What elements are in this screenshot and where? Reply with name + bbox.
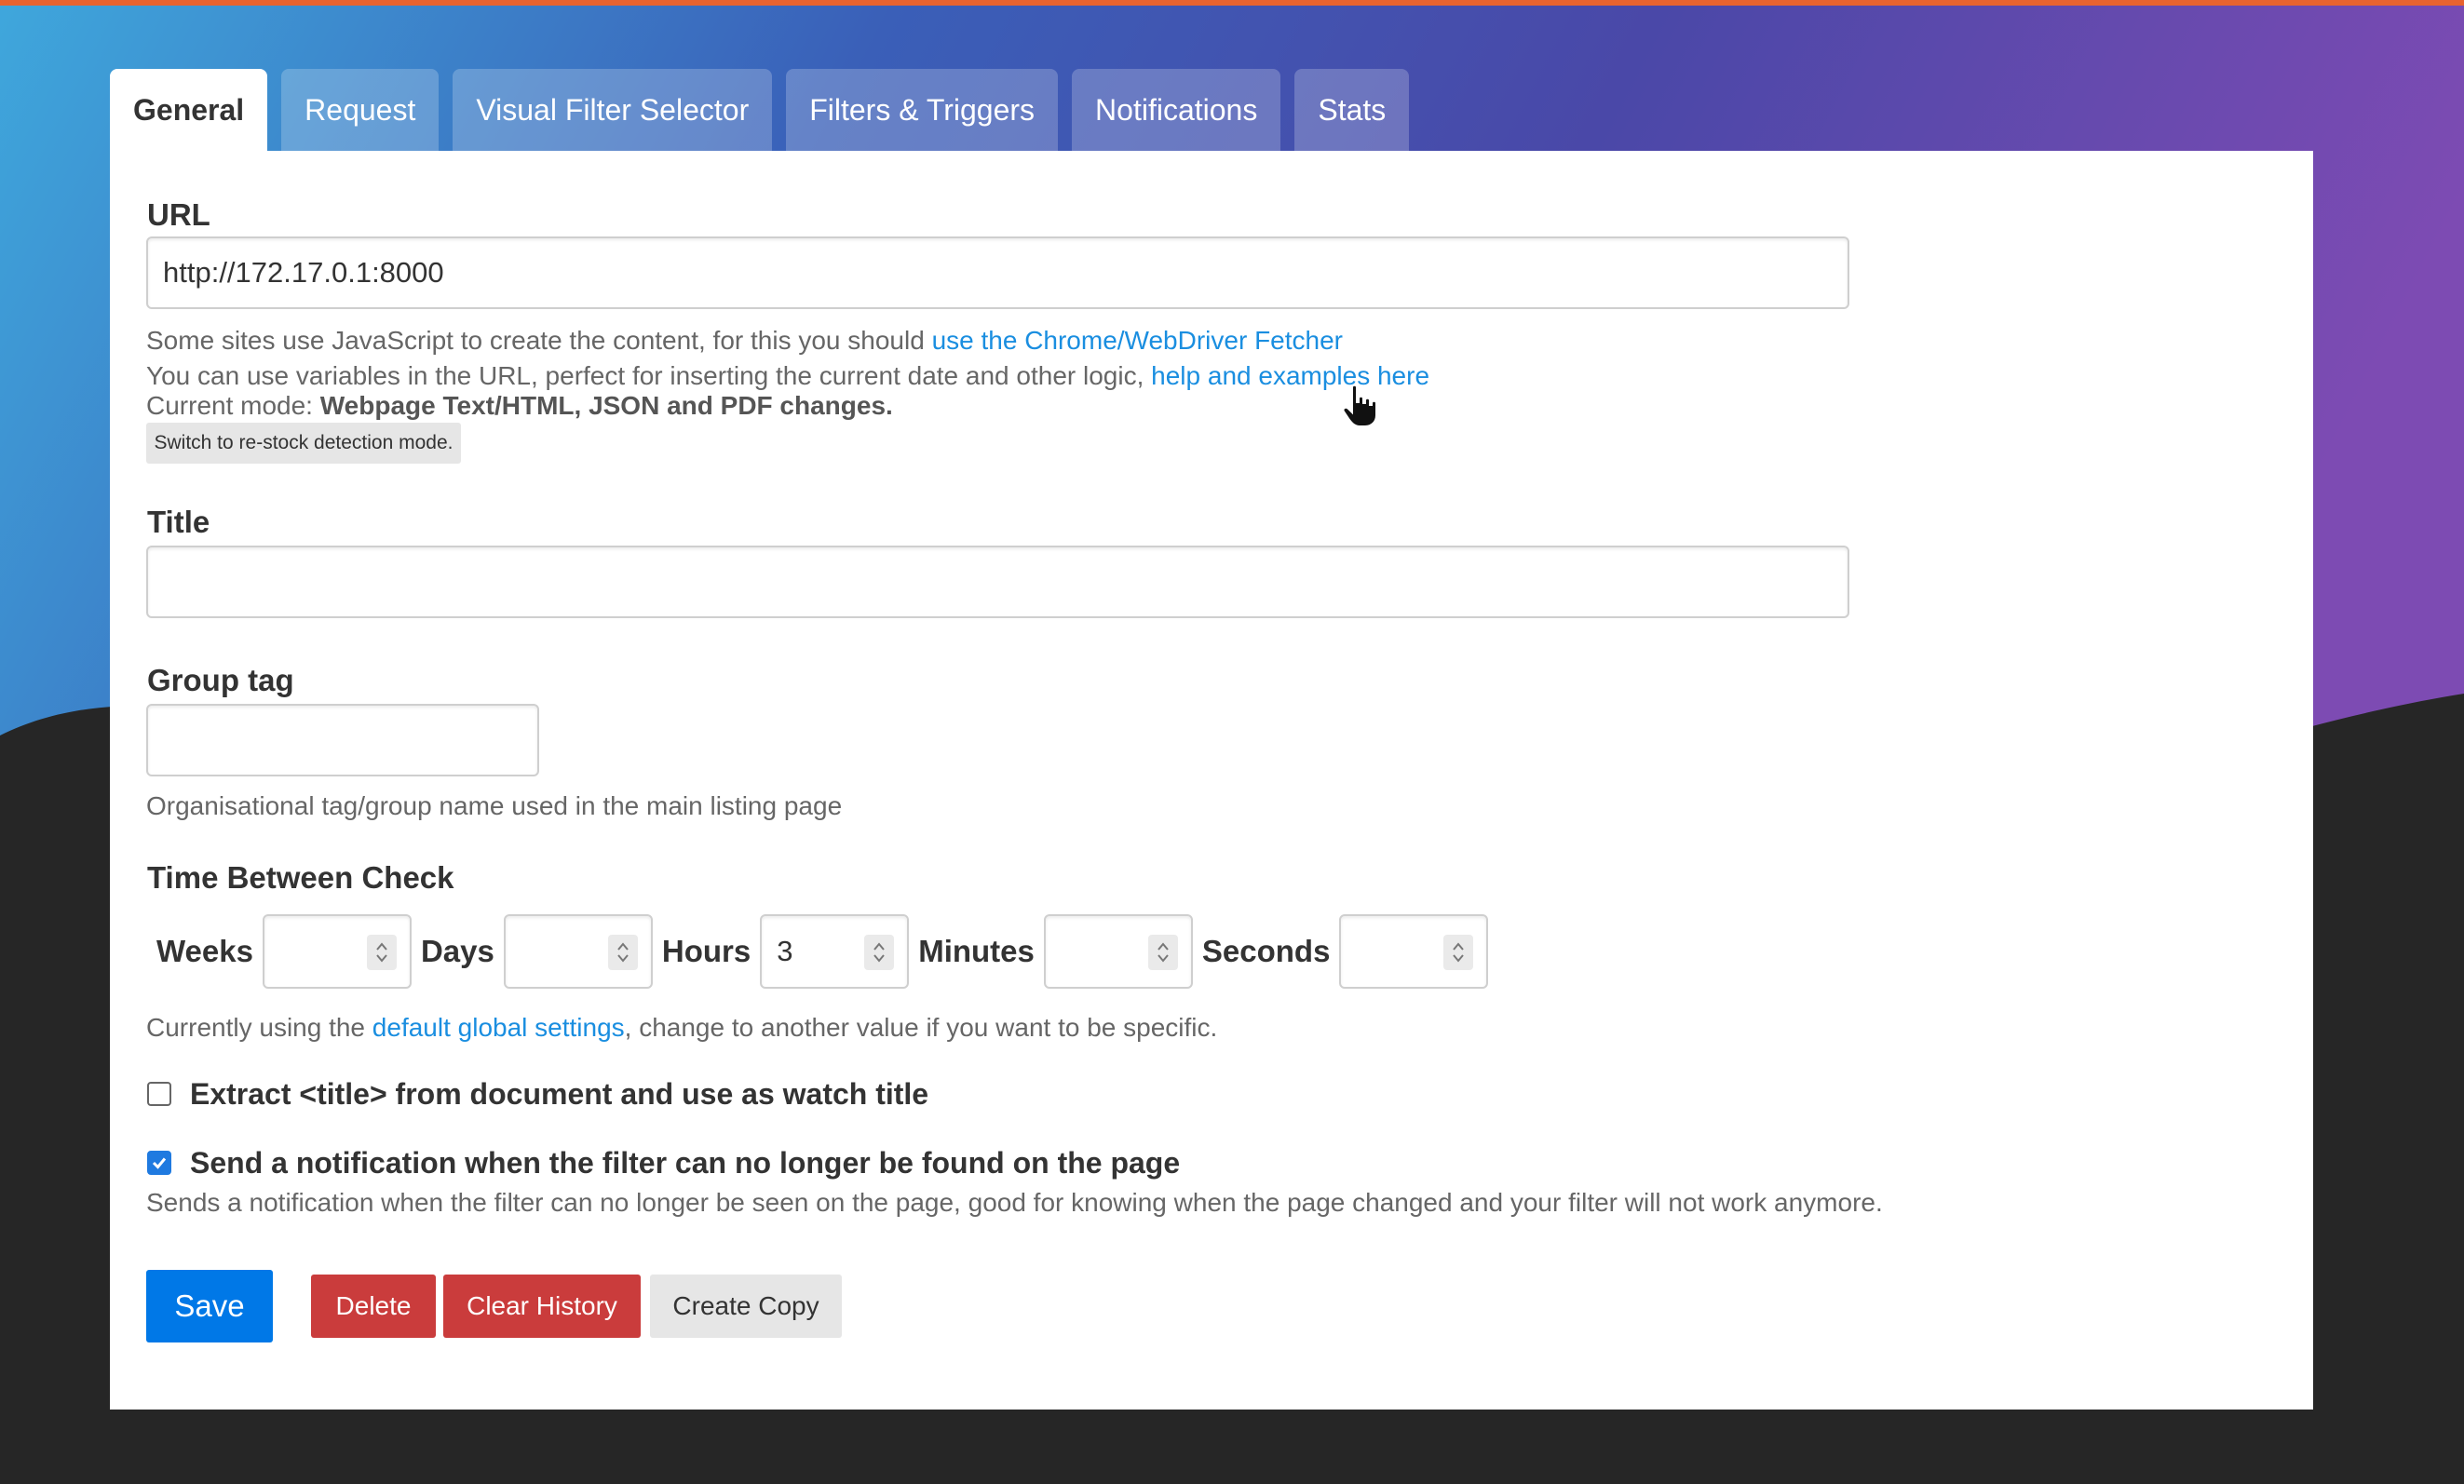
- tab-bar: General Request Visual Filter Selector F…: [110, 69, 1423, 151]
- edit-watch-panel: URL Some sites use JavaScript to create …: [110, 151, 2313, 1410]
- minutes-spinner[interactable]: [1147, 935, 1178, 970]
- filter-notification-label: Send a notification when the filter can …: [190, 1146, 1181, 1180]
- days-spinner[interactable]: [607, 935, 638, 970]
- spinner-icon: [376, 942, 387, 963]
- hours-value: 3: [777, 935, 793, 967]
- current-mode-value: Webpage Text/HTML, JSON and PDF changes.: [319, 391, 893, 420]
- minutes-input[interactable]: [1043, 914, 1193, 989]
- save-button[interactable]: Save: [146, 1270, 273, 1342]
- extract-title-checkbox[interactable]: [147, 1082, 171, 1106]
- top-accent-line: [0, 0, 2464, 6]
- filter-notification-checkbox[interactable]: [147, 1151, 171, 1175]
- seconds-input[interactable]: [1339, 914, 1489, 989]
- spinner-icon: [873, 942, 885, 963]
- tab-request[interactable]: Request: [281, 69, 440, 151]
- time-between-check-label: Time Between Check: [147, 860, 454, 895]
- chrome-fetcher-link[interactable]: use the Chrome/WebDriver Fetcher: [932, 326, 1343, 355]
- clear-history-button[interactable]: Clear History: [443, 1275, 641, 1338]
- seconds-spinner[interactable]: [1443, 935, 1474, 970]
- group-tag-label: Group tag: [147, 663, 294, 697]
- variables-help-text: You can use variables in the URL, perfec…: [146, 361, 1152, 390]
- weeks-spinner[interactable]: [366, 935, 397, 970]
- default-global-settings-link[interactable]: default global settings: [372, 1013, 625, 1042]
- tab-stats[interactable]: Stats: [1294, 69, 1410, 151]
- days-input[interactable]: [503, 914, 653, 989]
- minutes-label: Minutes: [918, 934, 1035, 968]
- checkmark-icon: [152, 1157, 167, 1169]
- time-between-check-row: Weeks Days Hours 3 Minutes Seconds: [147, 914, 1489, 989]
- fetcher-help: Some sites use JavaScript to create the …: [146, 322, 1343, 359]
- create-copy-button[interactable]: Create Copy: [650, 1275, 842, 1338]
- group-tag-input[interactable]: [146, 704, 539, 776]
- weeks-input[interactable]: [262, 914, 412, 989]
- current-mode-prefix: Current mode:: [146, 391, 320, 420]
- extract-title-label: Extract <title> from document and use as…: [190, 1077, 929, 1111]
- hand-cursor-icon: [1342, 384, 1377, 427]
- filter-notification-help: Sends a notification when the filter can…: [146, 1188, 1883, 1217]
- hours-spinner[interactable]: [864, 935, 895, 970]
- title-input[interactable]: [146, 546, 1849, 618]
- time-help-suffix: , change to another value if you want to…: [624, 1013, 1218, 1042]
- time-help: Currently using the default global setti…: [146, 1009, 1217, 1046]
- hours-input[interactable]: 3: [760, 914, 910, 989]
- hours-label: Hours: [661, 934, 751, 968]
- tab-filters-triggers[interactable]: Filters & Triggers: [786, 69, 1059, 151]
- spinner-icon: [1453, 942, 1465, 963]
- weeks-label: Weeks: [156, 934, 253, 968]
- tab-general[interactable]: General: [110, 69, 268, 151]
- url-input[interactable]: [146, 236, 1849, 309]
- spinner-icon: [617, 942, 629, 963]
- title-label: Title: [147, 505, 210, 539]
- spinner-icon: [1158, 942, 1169, 963]
- help-examples-link[interactable]: help and examples here: [1151, 361, 1429, 390]
- seconds-label: Seconds: [1201, 934, 1331, 968]
- time-help-prefix: Currently using the: [146, 1013, 372, 1042]
- fetcher-help-text: Some sites use JavaScript to create the …: [146, 326, 932, 355]
- group-tag-help: Organisational tag/group name used in th…: [146, 791, 843, 820]
- delete-button[interactable]: Delete: [311, 1275, 436, 1338]
- tab-notifications[interactable]: Notifications: [1072, 69, 1281, 151]
- switch-restock-mode-button[interactable]: Switch to re-stock detection mode.: [146, 423, 461, 464]
- days-label: Days: [420, 934, 494, 968]
- tab-visual-filter-selector[interactable]: Visual Filter Selector: [453, 69, 773, 151]
- url-label: URL: [147, 197, 210, 232]
- current-mode: Current mode: Webpage Text/HTML, JSON an…: [146, 387, 893, 425]
